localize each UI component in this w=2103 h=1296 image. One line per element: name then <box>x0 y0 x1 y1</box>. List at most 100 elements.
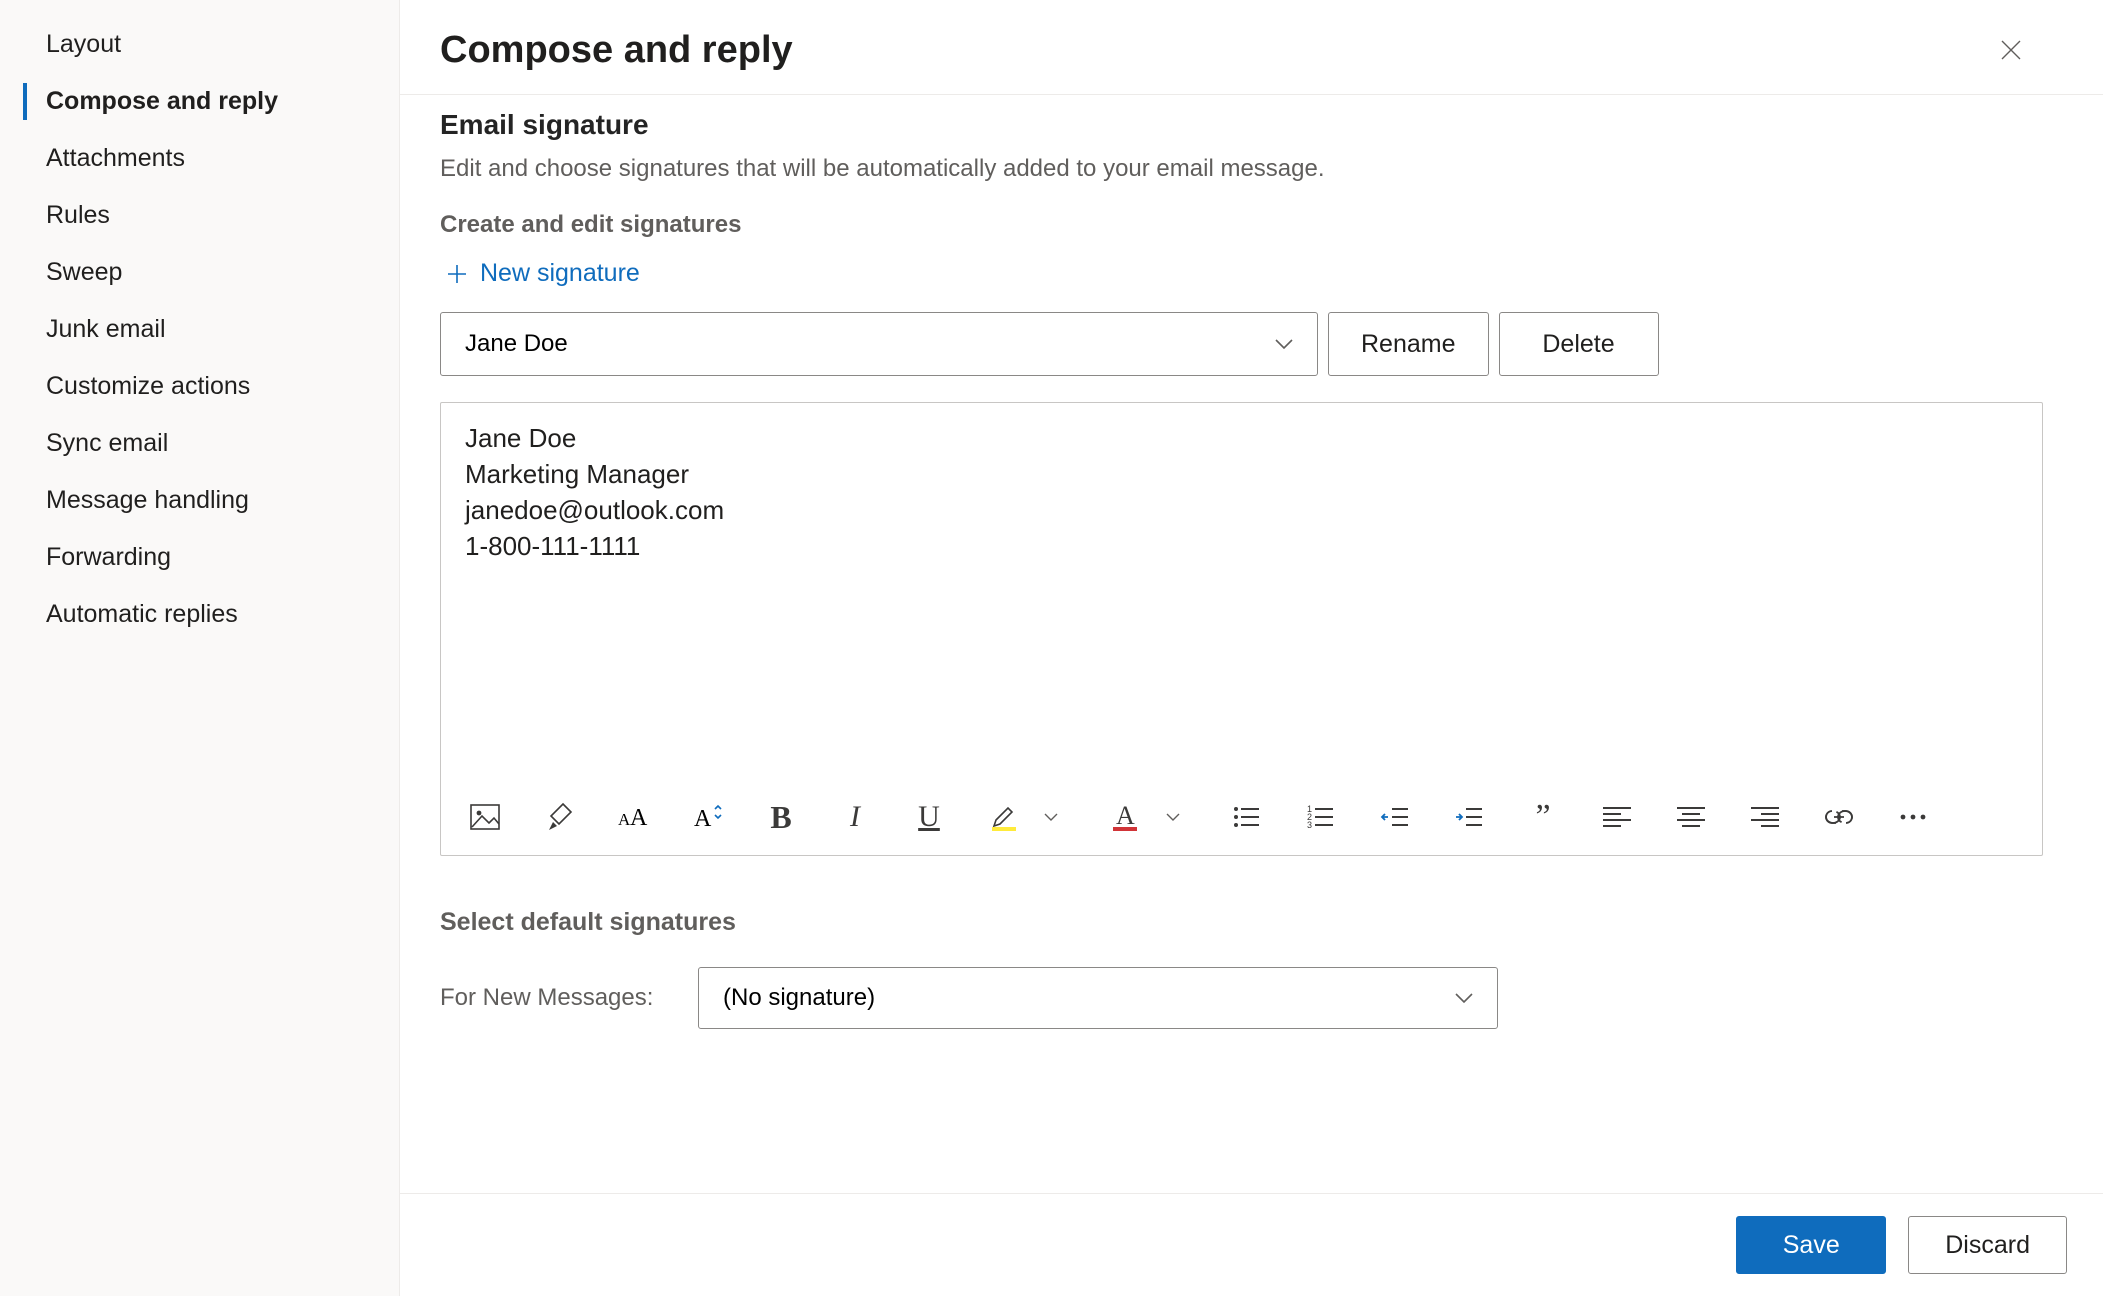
new-messages-label: For New Messages: <box>440 984 680 1012</box>
align-center-button[interactable] <box>1671 795 1711 839</box>
chevron-down-icon <box>1165 812 1181 822</box>
sidebar-item-label: Automatic replies <box>46 600 238 628</box>
save-button[interactable]: Save <box>1736 1216 1886 1274</box>
align-left-button[interactable] <box>1597 795 1637 839</box>
sidebar-item-sync-email[interactable]: Sync email <box>0 415 399 472</box>
sidebar-item-rules[interactable]: Rules <box>0 187 399 244</box>
email-signature-title: Email signature <box>440 109 2063 141</box>
signature-select-row: Jane Doe Rename Delete <box>440 312 2063 376</box>
font-color-button[interactable]: A <box>1105 795 1145 839</box>
sidebar-item-forwarding[interactable]: Forwarding <box>0 529 399 586</box>
new-messages-select[interactable]: (No signature) <box>698 967 1498 1029</box>
delete-button[interactable]: Delete <box>1499 312 1659 376</box>
decrease-indent-button[interactable] <box>1375 795 1415 839</box>
svg-text:A: A <box>1116 802 1135 830</box>
default-signatures-title: Select default signatures <box>440 908 2063 937</box>
page-title: Compose and reply <box>440 29 793 72</box>
sidebar-item-label: Forwarding <box>46 543 171 571</box>
more-options-button[interactable] <box>1893 795 1933 839</box>
align-left-icon <box>1603 805 1631 829</box>
increase-indent-button[interactable] <box>1449 795 1489 839</box>
sidebar-item-layout[interactable]: Layout <box>0 16 399 73</box>
signature-line: Jane Doe <box>465 421 2018 457</box>
main-header: Compose and reply <box>400 0 2103 95</box>
indent-icon <box>1454 805 1484 829</box>
settings-sidebar: Layout Compose and reply Attachments Rul… <box>0 0 400 1296</box>
insert-link-button[interactable] <box>1819 795 1859 839</box>
underline-icon: U <box>918 800 940 834</box>
sidebar-item-attachments[interactable]: Attachments <box>0 130 399 187</box>
rename-button[interactable]: Rename <box>1328 312 1489 376</box>
bullet-list-button[interactable] <box>1227 795 1267 839</box>
sidebar-item-label: Customize actions <box>46 372 250 400</box>
signature-select-value: Jane Doe <box>465 330 568 357</box>
highlight-dropdown[interactable] <box>1031 795 1071 839</box>
format-painter-button[interactable] <box>539 795 579 839</box>
numbered-list-icon: 123 <box>1307 805 1335 829</box>
font-color-dropdown[interactable] <box>1153 795 1193 839</box>
highlight-button[interactable] <box>983 795 1023 839</box>
font-size-button[interactable]: A <box>687 795 727 839</box>
new-signature-button[interactable]: New signature <box>446 253 640 294</box>
sidebar-item-junk-email[interactable]: Junk email <box>0 301 399 358</box>
sidebar-item-label: Message handling <box>46 486 249 514</box>
create-edit-label: Create and edit signatures <box>440 211 2063 239</box>
default-new-messages-row: For New Messages: (No signature) <box>440 967 2063 1029</box>
italic-button[interactable]: I <box>835 795 875 839</box>
sidebar-item-label: Attachments <box>46 144 185 172</box>
close-icon <box>1999 38 2023 62</box>
email-signature-description: Edit and choose signatures that will be … <box>440 155 2063 183</box>
default-signatures-section: Select default signatures For New Messag… <box>440 908 2063 1029</box>
signature-select-wrap: Jane Doe <box>440 312 1318 376</box>
close-button[interactable] <box>1989 28 2033 72</box>
bullet-list-icon <box>1233 805 1261 829</box>
sidebar-item-compose-reply[interactable]: Compose and reply <box>0 73 399 130</box>
bold-button[interactable]: B <box>761 795 801 839</box>
signature-select[interactable]: Jane Doe <box>440 312 1318 376</box>
svg-text:A: A <box>630 805 648 831</box>
editor-toolbar: AA A B I U <box>441 783 2042 855</box>
sidebar-item-label: Sync email <box>46 429 168 457</box>
outdent-icon <box>1380 805 1410 829</box>
font-size-icon: A <box>692 803 722 831</box>
align-right-icon <box>1751 805 1779 829</box>
chevron-down-icon <box>1043 812 1059 822</box>
svg-text:A: A <box>694 806 712 831</box>
app-root: Layout Compose and reply Attachments Rul… <box>0 0 2103 1296</box>
discard-button[interactable]: Discard <box>1908 1216 2067 1274</box>
font-color-icon: A <box>1111 802 1139 832</box>
signature-editor-content[interactable]: Jane Doe Marketing Manager janedoe@outlo… <box>441 403 2042 783</box>
sidebar-item-label: Sweep <box>46 258 122 286</box>
footer-bar: Save Discard <box>400 1193 2103 1296</box>
sidebar-item-sweep[interactable]: Sweep <box>0 244 399 301</box>
signature-line: 1-800-111-1111 <box>465 529 2018 565</box>
sidebar-item-label: Layout <box>46 30 121 58</box>
bold-icon: B <box>770 799 791 836</box>
underline-button[interactable]: U <box>909 795 949 839</box>
image-icon <box>470 804 500 830</box>
link-icon <box>1824 807 1854 827</box>
sidebar-item-customize-actions[interactable]: Customize actions <box>0 358 399 415</box>
sidebar-item-label: Rules <box>46 201 110 229</box>
sidebar-item-label: Junk email <box>46 315 166 343</box>
new-messages-select-value: (No signature) <box>723 984 875 1011</box>
font-button[interactable]: AA <box>613 795 653 839</box>
ellipsis-icon <box>1899 813 1927 821</box>
signature-line: Marketing Manager <box>465 457 2018 493</box>
new-signature-label: New signature <box>480 259 640 288</box>
plus-icon <box>446 263 468 285</box>
content-area: Email signature Edit and choose signatur… <box>400 95 2103 1193</box>
align-right-button[interactable] <box>1745 795 1785 839</box>
quote-button[interactable]: ” <box>1523 795 1563 839</box>
new-messages-select-wrap: (No signature) <box>698 967 1498 1029</box>
sidebar-item-message-handling[interactable]: Message handling <box>0 472 399 529</box>
paint-brush-icon <box>545 802 573 832</box>
signature-line: janedoe@outlook.com <box>465 493 2018 529</box>
main-panel: Compose and reply Email signature Edit a… <box>400 0 2103 1296</box>
numbered-list-button[interactable]: 123 <box>1301 795 1341 839</box>
signature-editor: Jane Doe Marketing Manager janedoe@outlo… <box>440 402 2043 856</box>
sidebar-item-automatic-replies[interactable]: Automatic replies <box>0 586 399 643</box>
svg-text:3: 3 <box>1307 820 1312 829</box>
insert-image-button[interactable] <box>465 795 505 839</box>
align-center-icon <box>1677 805 1705 829</box>
